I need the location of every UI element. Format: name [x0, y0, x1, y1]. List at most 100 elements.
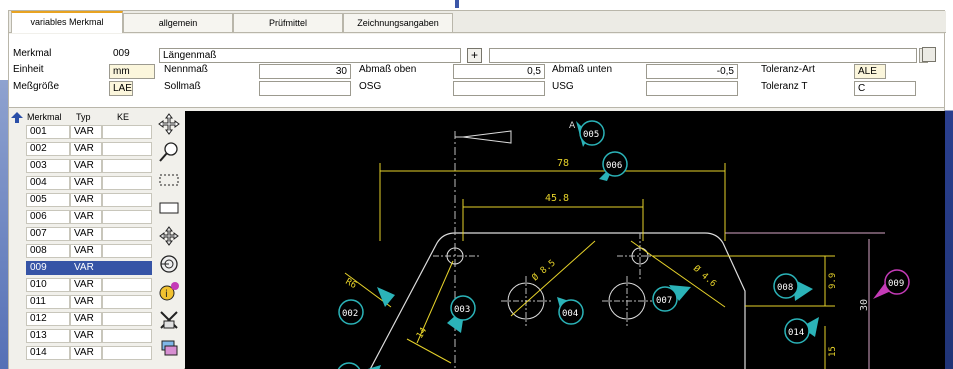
- table-row[interactable]: 005 VAR: [26, 193, 152, 207]
- table-row[interactable]: 007 VAR: [26, 227, 152, 241]
- balloon-004[interactable]: 004: [557, 297, 584, 325]
- cell-ke[interactable]: [102, 295, 152, 309]
- pan-icon[interactable]: [156, 223, 181, 248]
- abmass-unten-field[interactable]: -0,5: [646, 64, 738, 79]
- sort-up-icon[interactable]: [11, 112, 23, 123]
- layers-icon[interactable]: [156, 335, 181, 360]
- sollmass-field[interactable]: [259, 81, 351, 96]
- table-row[interactable]: 001 VAR: [26, 125, 152, 139]
- cell-merkmal[interactable]: 012: [26, 312, 70, 326]
- table-row[interactable]: 010 VAR: [26, 278, 152, 292]
- cell-merkmal[interactable]: 001: [26, 125, 70, 139]
- rectangle-icon[interactable]: [156, 195, 181, 220]
- cell-typ[interactable]: VAR: [70, 193, 102, 207]
- merkmal-description-field[interactable]: [489, 48, 917, 63]
- cell-ke[interactable]: [102, 312, 152, 326]
- cell-ke[interactable]: [102, 193, 152, 207]
- cell-ke[interactable]: [102, 176, 152, 190]
- cell-typ[interactable]: VAR: [70, 227, 102, 241]
- balloon-008[interactable]: 008: [773, 273, 813, 301]
- cell-ke[interactable]: [102, 329, 152, 343]
- cell-ke[interactable]: [102, 244, 152, 258]
- cell-ke[interactable]: [102, 159, 152, 173]
- tab-pruefmittel[interactable]: Prüfmittel: [233, 13, 343, 32]
- cell-ke[interactable]: [102, 125, 152, 139]
- table-row[interactable]: 008 VAR: [26, 244, 152, 258]
- balloon-011[interactable]: 011: [337, 362, 381, 369]
- zoom-icon[interactable]: [156, 139, 181, 164]
- balloon-002[interactable]: 002: [338, 287, 395, 325]
- column-header-typ[interactable]: Typ: [76, 112, 91, 122]
- cell-typ[interactable]: VAR: [70, 329, 102, 343]
- cell-merkmal[interactable]: 011: [26, 295, 70, 309]
- cell-typ[interactable]: VAR: [70, 244, 102, 258]
- cell-typ[interactable]: VAR: [70, 346, 102, 360]
- abmass-oben-field[interactable]: 0,5: [453, 64, 545, 79]
- cell-ke[interactable]: [102, 210, 152, 224]
- column-header-ke[interactable]: KE: [117, 112, 129, 122]
- move-icon[interactable]: [156, 111, 181, 136]
- balloon-005[interactable]: 005: [576, 120, 605, 147]
- cell-typ[interactable]: VAR: [70, 278, 102, 292]
- cell-merkmal[interactable]: 006: [26, 210, 70, 224]
- cell-typ[interactable]: VAR: [70, 142, 102, 156]
- select-region-icon[interactable]: [156, 167, 181, 192]
- rotate-icon[interactable]: [156, 251, 181, 276]
- cell-ke[interactable]: [102, 142, 152, 156]
- cell-typ[interactable]: VAR: [70, 125, 102, 139]
- column-header-merkmal[interactable]: Merkmal: [27, 112, 62, 122]
- table-row[interactable]: 004 VAR: [26, 176, 152, 190]
- table-row[interactable]: 002 VAR: [26, 142, 152, 156]
- cell-ke[interactable]: [102, 346, 152, 360]
- balloon-003[interactable]: 003: [447, 295, 476, 333]
- tab-variables-merkmal[interactable]: variables Merkmal: [11, 11, 123, 33]
- balloon-009[interactable]: 009: [873, 269, 910, 299]
- tab-zeichnungsangaben[interactable]: Zeichnungsangaben: [343, 13, 453, 32]
- cell-merkmal[interactable]: 009: [26, 261, 70, 275]
- cell-merkmal[interactable]: 002: [26, 142, 70, 156]
- nennmass-field[interactable]: 30: [259, 64, 351, 79]
- cell-typ[interactable]: VAR: [70, 295, 102, 309]
- table-row[interactable]: 006 VAR: [26, 210, 152, 224]
- cell-merkmal[interactable]: 004: [26, 176, 70, 190]
- table-row[interactable]: 011 VAR: [26, 295, 152, 309]
- cell-ke[interactable]: [102, 261, 152, 275]
- cell-typ[interactable]: VAR: [70, 159, 102, 173]
- usg-field[interactable]: [646, 81, 738, 96]
- tab-allgemein[interactable]: allgemein: [123, 13, 233, 32]
- table-row[interactable]: 003 VAR: [26, 159, 152, 173]
- info-icon[interactable]: i: [156, 279, 181, 304]
- balloon-014[interactable]: 014: [784, 317, 819, 344]
- balloon-007[interactable]: 007: [652, 285, 691, 312]
- cell-merkmal[interactable]: 003: [26, 159, 70, 173]
- messgroesse-field[interactable]: LAE: [109, 81, 133, 96]
- table-row[interactable]: 013 VAR: [26, 329, 152, 343]
- clear-icon[interactable]: [156, 307, 181, 332]
- cell-merkmal[interactable]: 008: [26, 244, 70, 258]
- cell-ke[interactable]: [102, 278, 152, 292]
- einheit-field[interactable]: mm: [109, 64, 155, 79]
- cell-merkmal[interactable]: 013: [26, 329, 70, 343]
- cell-typ[interactable]: VAR: [70, 312, 102, 326]
- merkmal-name-field[interactable]: Längenmaß: [159, 48, 461, 63]
- cell-typ[interactable]: VAR: [70, 176, 102, 190]
- cell-typ[interactable]: VAR: [70, 210, 102, 224]
- table-row[interactable]: 009 VAR: [26, 261, 152, 275]
- toleranz-t-field[interactable]: C: [854, 81, 916, 96]
- toleranz-art-field[interactable]: ALE: [854, 64, 886, 79]
- balloon-006[interactable]: 006: [599, 151, 628, 181]
- table-row[interactable]: 012 VAR: [26, 312, 152, 326]
- osg-field[interactable]: [453, 81, 545, 96]
- nennmass-label: Nennmaß: [164, 64, 208, 75]
- messgroesse-label: Meßgröße: [13, 81, 60, 92]
- drawing-canvas[interactable]: A 78 45.8 R6 14 Ø 8.5 Ø 4.6 9.9 30 15 00…: [185, 111, 945, 369]
- add-button[interactable]: +: [467, 48, 482, 63]
- cell-merkmal[interactable]: 005: [26, 193, 70, 207]
- cell-merkmal[interactable]: 007: [26, 227, 70, 241]
- cell-merkmal[interactable]: 014: [26, 346, 70, 360]
- cell-merkmal[interactable]: 010: [26, 278, 70, 292]
- table-row[interactable]: 014 VAR: [26, 346, 152, 360]
- cell-typ[interactable]: VAR: [70, 261, 102, 275]
- cell-ke[interactable]: [102, 227, 152, 241]
- expand-button[interactable]: [922, 47, 936, 62]
